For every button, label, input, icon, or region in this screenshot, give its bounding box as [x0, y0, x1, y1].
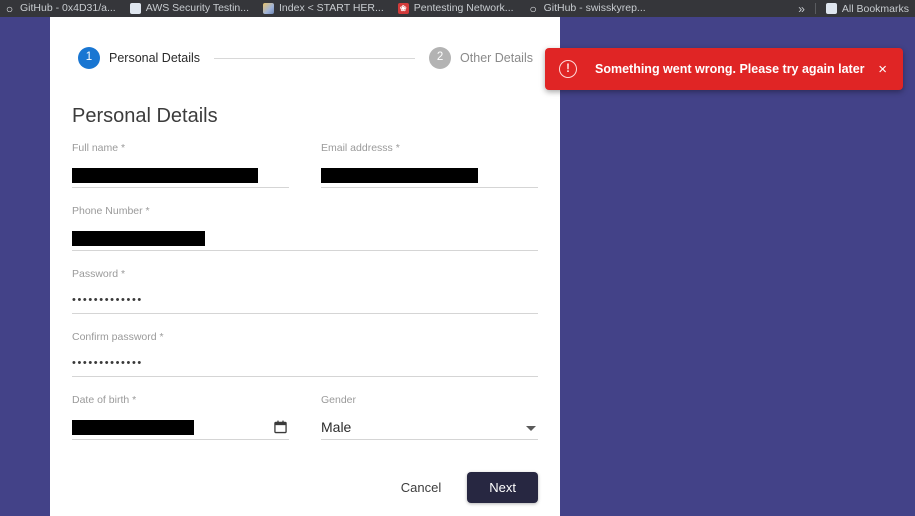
all-bookmarks-label: All Bookmarks	[841, 2, 909, 15]
bookmark-item-1[interactable]: AWS Security Testin...	[129, 0, 250, 17]
error-toast: ! Something went wrong. Please try again…	[545, 48, 903, 90]
field-email: Email addresss *	[321, 142, 538, 188]
cancel-button[interactable]: Cancel	[391, 473, 451, 502]
step-number-badge: 2	[429, 47, 452, 69]
registration-card: 1 Personal Details 2 Other Details Perso…	[50, 17, 560, 516]
stepper-step-other-details[interactable]: 2 Other Details	[429, 47, 533, 69]
bookmark-item-4[interactable]: ○ GitHub - swisskyrep...	[528, 0, 646, 17]
form-row-name-email: Full name * Email addresss *	[72, 142, 538, 188]
password-input[interactable]: •••••••••••••	[72, 286, 538, 314]
bookmark-overflow-icon[interactable]: »	[798, 2, 805, 16]
date-of-birth-input[interactable]	[72, 412, 289, 440]
field-label-password: Password *	[72, 268, 126, 280]
confirm-password-value: •••••••••••••	[72, 357, 143, 369]
full-name-input[interactable]	[72, 160, 289, 188]
step-number-badge: 1	[78, 47, 100, 69]
password-value: •••••••••••••	[72, 294, 143, 306]
browser-bookmark-bar: ○ GitHub - 0x4D31/a... AWS Security Test…	[0, 0, 915, 17]
redacted-value	[72, 231, 205, 246]
bookmark-label: GitHub - swisskyrep...	[543, 2, 646, 14]
calendar-icon[interactable]	[274, 420, 287, 434]
bookmark-label: Index < START HER...	[279, 2, 384, 14]
field-full-name: Full name *	[72, 142, 289, 188]
page-viewport: 1 Personal Details 2 Other Details Perso…	[0, 17, 915, 516]
field-label-phone-number: Phone Number *	[72, 205, 150, 217]
github-icon: ○	[529, 1, 537, 16]
github-icon: ○	[5, 1, 14, 16]
form-fields: Full name * Email addresss * Phone Numbe…	[72, 142, 538, 457]
bookmark-item-0[interactable]: ○ GitHub - 0x4D31/a...	[4, 0, 116, 17]
field-confirm-password: Confirm password * •••••••••••••	[72, 331, 538, 377]
form-actions: Cancel Next	[391, 472, 538, 503]
gender-value: Male	[321, 419, 352, 435]
field-date-of-birth: Date of birth *	[72, 394, 289, 440]
stepper-connector	[214, 57, 416, 59]
form-row-confirm-password: Confirm password * •••••••••••••	[72, 331, 538, 377]
error-toast-message: Something went wrong. Please try again l…	[595, 62, 865, 76]
bookmark-divider	[814, 3, 816, 14]
bookmark-label: AWS Security Testin...	[145, 2, 250, 14]
redacted-value	[72, 168, 258, 183]
field-gender: Gender Male	[321, 394, 538, 440]
form-row-phone: Phone Number *	[72, 205, 538, 251]
field-phone-number: Phone Number *	[72, 205, 538, 251]
step-label: Personal Details	[109, 51, 201, 65]
bookmark-label: Pentesting Network...	[413, 2, 514, 14]
stepper-step-personal-details[interactable]: 1 Personal Details	[78, 47, 200, 69]
redacted-value	[321, 168, 478, 183]
field-label-gender: Gender	[321, 394, 357, 406]
redacted-value	[72, 420, 194, 435]
email-input[interactable]	[321, 160, 538, 188]
stepper: 1 Personal Details 2 Other Details	[78, 45, 533, 71]
folder-icon	[825, 3, 837, 14]
phone-number-input[interactable]	[72, 223, 538, 251]
field-label-date-of-birth: Date of birth *	[72, 394, 137, 406]
form-row-dob-gender: Date of birth * Gender Male	[72, 394, 538, 440]
bookmark-item-2[interactable]: Index < START HER...	[263, 0, 384, 17]
field-label-confirm-password: Confirm password *	[72, 331, 164, 343]
alert-circle-icon: !	[559, 60, 577, 78]
red-app-icon: ❀	[397, 3, 409, 14]
document-icon	[129, 3, 141, 14]
field-password: Password * •••••••••••••	[72, 268, 538, 314]
gender-select[interactable]: Male	[321, 412, 538, 440]
bookmark-label: GitHub - 0x4D31/a...	[20, 2, 116, 14]
bookmark-item-3[interactable]: ❀ Pentesting Network...	[397, 0, 514, 17]
close-icon[interactable]: ×	[876, 58, 889, 81]
field-label-email: Email addresss *	[321, 142, 400, 154]
next-button[interactable]: Next	[467, 472, 538, 503]
chevron-down-icon[interactable]	[526, 426, 536, 431]
page-title: Personal Details	[72, 105, 218, 127]
confirm-password-input[interactable]: •••••••••••••	[72, 349, 538, 377]
field-label-full-name: Full name *	[72, 142, 126, 154]
image-icon	[263, 3, 275, 14]
step-label: Other Details	[460, 51, 533, 65]
all-bookmarks-button[interactable]: All Bookmarks	[825, 2, 909, 15]
form-row-password: Password * •••••••••••••	[72, 268, 538, 314]
